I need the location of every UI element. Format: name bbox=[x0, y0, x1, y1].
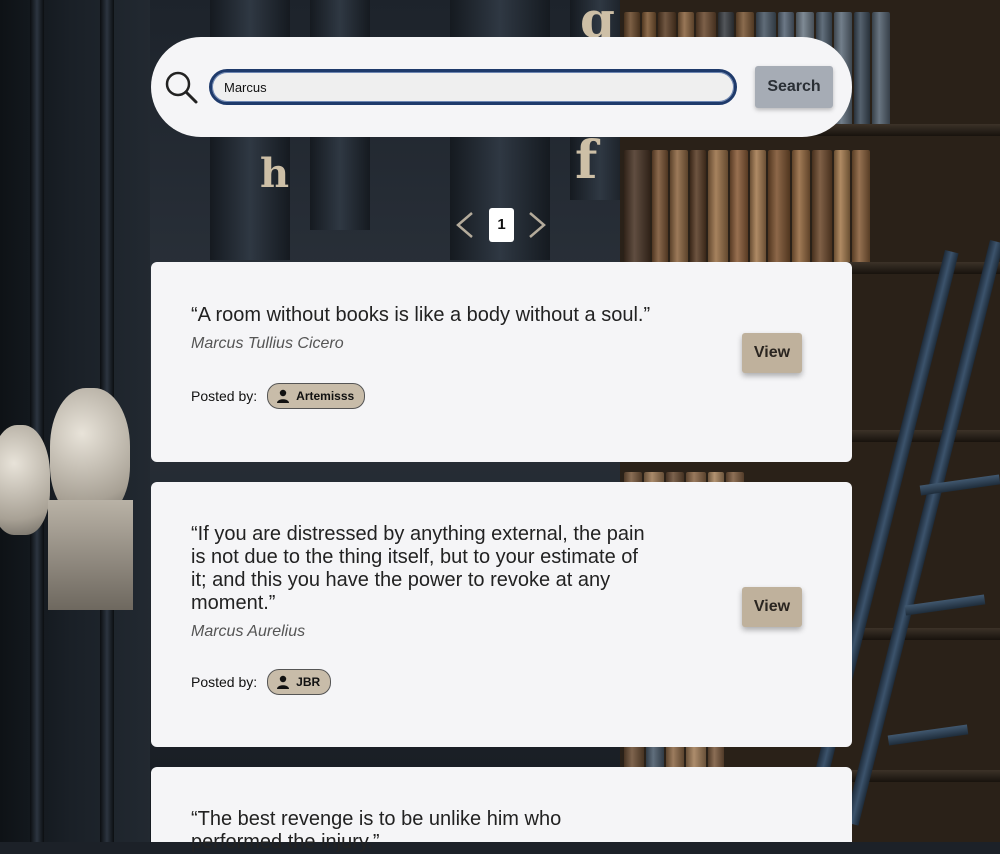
user-chip[interactable]: Artemisss bbox=[267, 383, 366, 409]
search-bar: Search bbox=[151, 37, 852, 137]
search-icon bbox=[165, 71, 198, 104]
posted-by-label: Posted by: bbox=[191, 674, 258, 690]
quote-author: Marcus Aurelius bbox=[191, 623, 306, 640]
search-button[interactable]: Search bbox=[755, 66, 833, 108]
user-chip[interactable]: JBR bbox=[267, 669, 332, 695]
page-number-current[interactable]: 1 bbox=[489, 208, 514, 242]
user-icon bbox=[277, 675, 290, 689]
posted-by-label: Posted by: bbox=[191, 388, 258, 404]
user-icon bbox=[277, 389, 290, 403]
chevron-left-icon[interactable] bbox=[452, 210, 478, 240]
search-input[interactable] bbox=[209, 69, 737, 105]
posted-by: Posted by: Artemisss bbox=[191, 383, 366, 409]
quote-card: “The best revenge is to be unlike him wh… bbox=[151, 767, 852, 853]
view-button[interactable]: View bbox=[742, 587, 802, 627]
quote-text: “The best revenge is to be unlike him wh… bbox=[191, 808, 562, 853]
quote-card: “A room without books is like a body wit… bbox=[151, 262, 852, 462]
quote-text: “A room without books is like a body wit… bbox=[191, 304, 651, 326]
user-name: Artemisss bbox=[296, 389, 355, 403]
posted-by: Posted by: JBR bbox=[191, 669, 332, 695]
background-left-hall bbox=[0, 0, 160, 842]
user-name: JBR bbox=[296, 675, 321, 689]
view-button[interactable]: View bbox=[742, 333, 802, 373]
quote-card: “If you are distressed by anything exter… bbox=[151, 482, 852, 747]
pagination: 1 bbox=[452, 206, 552, 244]
quote-text: “If you are distressed by anything exter… bbox=[191, 523, 645, 614]
chevron-right-icon[interactable] bbox=[524, 210, 550, 240]
quote-author: Marcus Tullius Cicero bbox=[191, 335, 344, 352]
